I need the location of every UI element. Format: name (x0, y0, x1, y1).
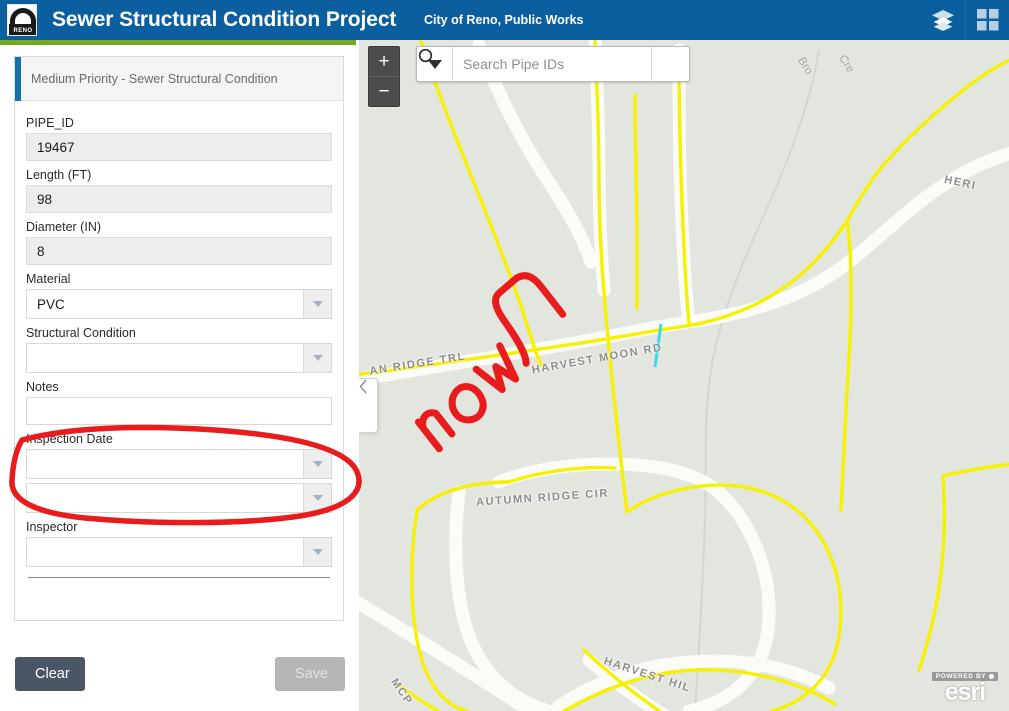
select-inspector[interactable] (26, 537, 332, 567)
field-label-notes: Notes (26, 380, 59, 394)
zoom-controls: + − (368, 46, 400, 107)
select-structural-condition[interactable] (26, 343, 332, 373)
zoom-in-button[interactable]: + (369, 47, 399, 77)
field-label-length: Length (FT) (26, 168, 92, 182)
editor-button-row: Clear Save (15, 657, 345, 693)
seal-arch-shape (10, 8, 36, 25)
select-inspection-date-secondary[interactable] (26, 483, 332, 513)
basemap-graphics (359, 40, 1009, 711)
app-header: RENO Sewer Structural Condition Project … (0, 0, 1009, 40)
editor-panel-header: Medium Priority - Sewer Structural Condi… (15, 57, 343, 101)
layers-button[interactable] (921, 0, 965, 40)
header-tools (921, 0, 1009, 40)
input-pipe-id[interactable]: 19467 (26, 133, 332, 161)
chevron-down-icon (312, 301, 323, 307)
chevron-down-icon (312, 461, 323, 467)
editor-form-container: Medium Priority - Sewer Structural Condi… (14, 56, 344, 621)
field-length: Length (FT) 98 (26, 168, 332, 213)
search-submit-button[interactable] (418, 47, 689, 81)
search-input[interactable] (453, 47, 651, 81)
select-value-inspection-date-secondary (27, 484, 303, 512)
chevron-left-icon (359, 379, 367, 394)
editor-form: PIPE_ID 19467 Length (FT) 98 Diameter (I… (15, 101, 343, 612)
field-inspection-date-secondary (26, 483, 332, 513)
input-diameter[interactable]: 8 (26, 237, 332, 265)
select-inspection-date[interactable] (26, 449, 332, 479)
map-view[interactable]: AN RIDGE TRL HARVEST MOON RD AUTUMN RIDG… (359, 40, 1009, 711)
seal-label: RENO (9, 26, 36, 35)
select-toggle-material[interactable] (303, 290, 331, 318)
layers-icon (932, 10, 954, 31)
reno-seal-icon: RENO (7, 4, 37, 36)
city-logo: RENO (4, 2, 40, 38)
chevron-down-icon (312, 549, 323, 555)
search-bar (416, 46, 690, 82)
panel-collapse-handle[interactable] (359, 378, 378, 433)
field-inspector: Inspector (26, 520, 332, 567)
zoom-out-button[interactable]: − (369, 77, 399, 107)
grid-apps-icon (976, 9, 998, 31)
select-value-inspector (27, 538, 303, 566)
field-label-material: Material (26, 272, 71, 286)
chevron-down-icon (312, 355, 323, 361)
field-material: Material PVC (26, 272, 332, 319)
field-diameter: Diameter (IN) 8 (26, 220, 332, 265)
attribute-editor-panel: Medium Priority - Sewer Structural Condi… (0, 45, 359, 711)
chevron-down-icon (312, 495, 323, 501)
field-label-inspector: Inspector (26, 520, 78, 534)
field-pipe-id: PIPE_ID 19467 (26, 116, 332, 161)
page-title: Sewer Structural Condition Project (52, 8, 397, 31)
save-button: Save (275, 657, 345, 691)
select-toggle-inspector[interactable] (303, 538, 331, 566)
select-value-inspection-date (27, 450, 303, 478)
input-notes[interactable] (26, 397, 332, 425)
clear-button[interactable]: Clear (15, 657, 85, 691)
apps-menu-button[interactable] (965, 0, 1009, 40)
select-value-material: PVC (37, 296, 65, 312)
field-structural-condition: Structural Condition (26, 326, 332, 373)
organization-title: City of Reno, Public Works (424, 13, 584, 27)
field-label-structural-condition: Structural Condition (26, 326, 136, 340)
select-value-structural-condition (27, 344, 303, 372)
magnifier-icon (418, 48, 436, 66)
panel-accent-bar (15, 57, 21, 101)
select-toggle-structural-condition[interactable] (303, 344, 331, 372)
select-material[interactable]: PVC (26, 289, 332, 319)
field-label-inspection-date: Inspection Date (26, 432, 113, 446)
field-notes: Notes (26, 380, 332, 425)
select-toggle-inspection-date-secondary[interactable] (303, 484, 331, 512)
field-label-pipe-id: PIPE_ID (26, 116, 74, 130)
select-toggle-inspection-date[interactable] (303, 450, 331, 478)
feature-type-title: Medium Priority - Sewer Structural Condi… (31, 71, 278, 86)
form-footer-space (26, 578, 332, 612)
field-inspection-date: Inspection Date (26, 432, 332, 479)
input-length[interactable]: 98 (26, 185, 332, 213)
application-root: RENO Sewer Structural Condition Project … (0, 0, 1009, 711)
field-label-diameter: Diameter (IN) (26, 220, 102, 234)
